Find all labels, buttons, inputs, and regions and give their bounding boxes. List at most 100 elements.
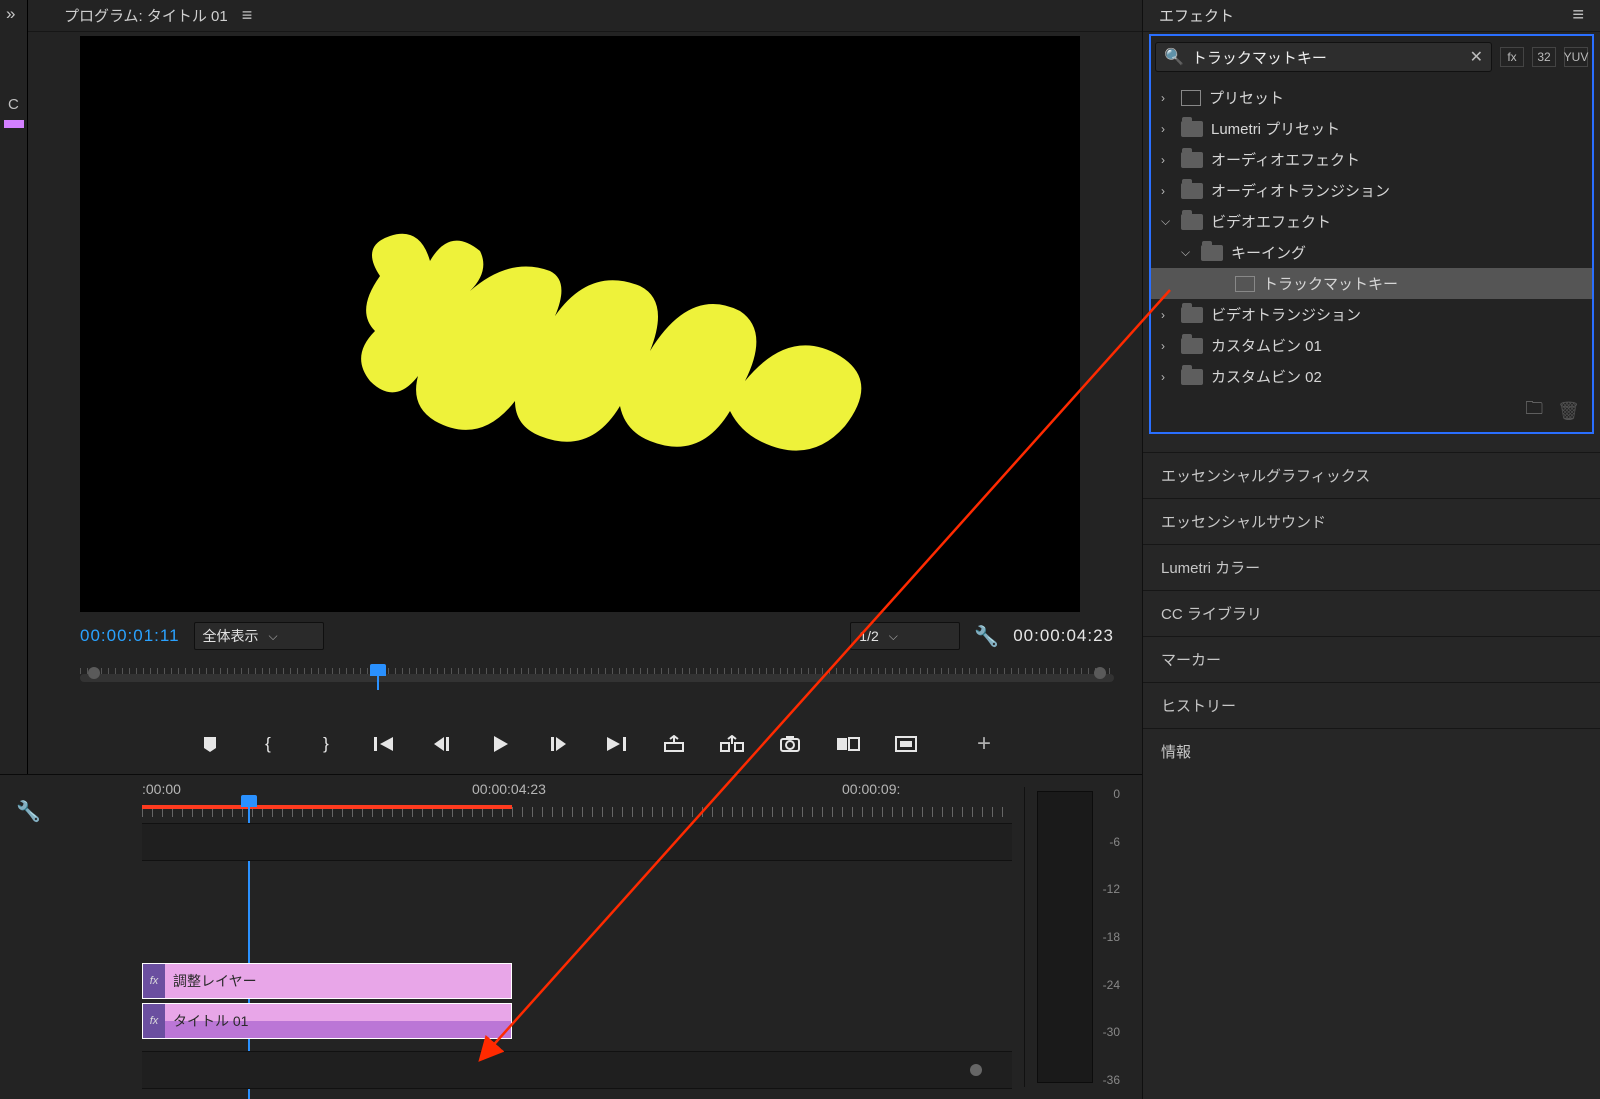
button-editor-icon[interactable]: + [971, 730, 997, 758]
effects-title: エフェクト [1159, 5, 1234, 26]
program-monitor[interactable] [80, 36, 1080, 612]
tree-item-label: オーディオトランジション [1211, 180, 1390, 201]
clear-search-icon[interactable]: ✕ [1470, 47, 1483, 67]
expand-panel-icon[interactable]: » [6, 4, 15, 24]
program-scrubber[interactable] [80, 664, 1114, 692]
collapsed-panel-tab[interactable]: 情報 [1143, 728, 1600, 774]
disclosure-icon: › [1161, 370, 1173, 384]
clip-label: 調整レイヤー [173, 971, 257, 991]
fx-badge-icon[interactable]: fx [1500, 47, 1524, 67]
collapsed-panel-tab[interactable]: CC ライブラリ [1143, 590, 1600, 636]
delete-icon[interactable]: 🗑 [1557, 401, 1580, 422]
folder-icon [1181, 338, 1203, 354]
sequence-duration: 00:00:04:23 [1013, 626, 1114, 646]
tree-item-label: カスタムビン 01 [1211, 335, 1322, 356]
ruler-label: 00:00:04:23 [472, 781, 546, 797]
effect-tree-item[interactable]: ⌵ビデオエフェクト [1151, 206, 1592, 237]
track-a1[interactable] [142, 1051, 1012, 1089]
scrub-playhead[interactable] [370, 664, 386, 690]
yuv-badge-icon[interactable]: YUV [1564, 47, 1588, 67]
export-frame-button[interactable] [777, 735, 803, 753]
effect-tree-item[interactable]: ›Lumetri プリセット [1151, 113, 1592, 144]
play-button[interactable] [487, 734, 513, 754]
scrub-handle-left[interactable] [88, 667, 100, 679]
effect-tree-item[interactable]: トラックマットキー [1151, 268, 1592, 299]
collapsed-panel-tab[interactable]: マーカー [1143, 636, 1600, 682]
effects-footer: 🗀 🗑 [1525, 396, 1580, 426]
folder-icon [1181, 369, 1203, 385]
disclosure-icon: › [1161, 91, 1173, 105]
collapsed-panel-tab[interactable]: エッセンシャルグラフィックス [1143, 452, 1600, 498]
in-out-range[interactable] [142, 805, 512, 809]
scrub-handle-right[interactable] [1094, 667, 1106, 679]
disclosure-icon: ⌵ [1181, 245, 1193, 260]
effect-tree-item[interactable]: › カスタムビン 02 [1151, 361, 1592, 392]
folder-icon [1181, 214, 1203, 230]
go-to-in-button[interactable] [371, 735, 397, 753]
track-v2-placeholder[interactable] [142, 823, 1012, 861]
effect-tree-item[interactable]: › カスタムビン 01 [1151, 330, 1592, 361]
ruler-label: 00:00:09: [842, 781, 900, 797]
quality-select[interactable]: 1/2 ⌵ [850, 622, 960, 650]
program-menu-icon[interactable]: ≡ [242, 5, 253, 26]
tree-item-label: トラックマットキー [1263, 273, 1398, 294]
color-swatch[interactable] [4, 120, 24, 128]
fx-badge-icon[interactable]: fx [143, 1004, 165, 1038]
meter-tick: -30 [1103, 1025, 1120, 1039]
effect-tree-item[interactable]: ⌵キーイング [1151, 237, 1592, 268]
mark-in-button[interactable]: { [255, 734, 281, 754]
meter-tick: -18 [1103, 930, 1120, 944]
effect-tree-item[interactable]: ›ビデオトランジション [1151, 299, 1592, 330]
meter-tick: -36 [1103, 1073, 1120, 1087]
disclosure-icon: › [1161, 153, 1173, 167]
effect-tree-item[interactable]: ›オーディオエフェクト [1151, 144, 1592, 175]
effect-tree-item[interactable]: ›プリセット [1151, 82, 1592, 113]
search-icon: 🔍 [1164, 47, 1184, 67]
track-keyframe[interactable] [970, 1064, 982, 1076]
step-forward-button[interactable] [545, 735, 571, 753]
timeline-ruler[interactable]: :00:0000:00:04:2300:00:09: [142, 779, 1012, 819]
extract-button[interactable] [719, 735, 745, 753]
transport-bar: { } + [80, 724, 1114, 764]
lift-button[interactable] [661, 735, 687, 753]
collapsed-panel-tab[interactable]: ヒストリー [1143, 682, 1600, 728]
collapsed-panels: エッセンシャルグラフィックスエッセンシャルサウンドLumetri カラーCC ラ… [1143, 452, 1600, 774]
disclosure-icon: › [1161, 184, 1173, 198]
effects-search-input[interactable] [1192, 49, 1462, 66]
panel-menu-icon[interactable]: ≡ [1572, 4, 1584, 27]
program-header: プログラム: タイトル 01 ≡ [28, 0, 1142, 32]
zoom-select[interactable]: 全体表示 ⌵ [194, 622, 324, 650]
comparison-view-button[interactable] [835, 735, 861, 753]
meter-tick: 0 [1103, 787, 1120, 801]
effects-search[interactable]: 🔍 ✕ [1155, 42, 1492, 72]
mark-out-button[interactable]: } [313, 734, 339, 754]
disclosure-icon: › [1161, 339, 1173, 353]
monitor-info-bar: 00:00:01:11 全体表示 ⌵ 1/2 ⌵ 🔧 00:00:04:23 [80, 618, 1114, 654]
current-timecode[interactable]: 00:00:01:11 [80, 626, 180, 646]
folder-icon [1181, 152, 1203, 168]
safe-margins-button[interactable] [893, 735, 919, 753]
timeline-clip[interactable]: fx 調整レイヤー [142, 963, 512, 999]
timeline[interactable]: :00:0000:00:04:2300:00:09: fx調整レイヤーfxタイト… [142, 775, 1012, 1099]
go-to-out-button[interactable] [603, 735, 629, 753]
fx-badge-icon[interactable]: fx [143, 964, 165, 998]
disclosure-icon: › [1161, 308, 1173, 322]
tree-item-label: ビデオエフェクト [1211, 211, 1331, 232]
timeline-settings-icon[interactable]: 🔧 [16, 799, 41, 824]
step-back-button[interactable] [429, 735, 455, 753]
timeline-panel: 🔧 :00:0000:00:04:2300:00:09: fx調整レイヤーfxタ… [0, 774, 1142, 1099]
effects-tree[interactable]: ›プリセット›Lumetri プリセット›オーディオエフェクト›オーディオトラン… [1151, 78, 1592, 392]
folder-icon [1201, 245, 1223, 261]
timeline-clip[interactable]: fxタイトル 01 [142, 1003, 512, 1039]
collapsed-panel-tab[interactable]: Lumetri カラー [1143, 544, 1600, 590]
wrench-icon[interactable]: 🔧 [974, 624, 999, 649]
tree-item-label: カスタムビン 02 [1211, 366, 1322, 387]
effect-tree-item[interactable]: › オーディオトランジション [1151, 175, 1592, 206]
chevron-down-icon: ⌵ [889, 629, 898, 644]
quality-value: 1/2 [859, 628, 878, 644]
new-bin-icon[interactable]: 🗀 [1525, 396, 1543, 426]
add-marker-button[interactable] [197, 734, 223, 754]
collapsed-panel-tab[interactable]: エッセンシャルサウンド [1143, 498, 1600, 544]
disclosure-icon: › [1161, 122, 1173, 136]
32bit-badge-icon[interactable]: 32 [1532, 47, 1556, 67]
